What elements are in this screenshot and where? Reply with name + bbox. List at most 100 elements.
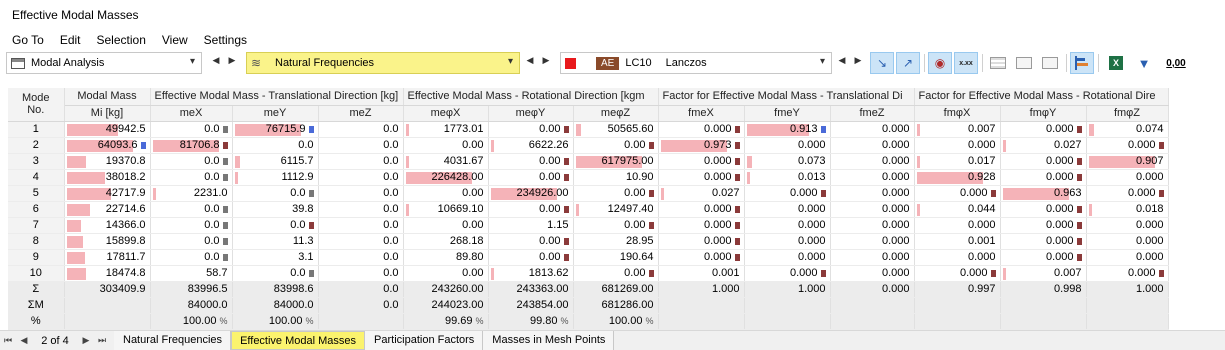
table-cell[interactable]: 0.073 bbox=[744, 153, 831, 170]
table-cell[interactable]: 0.0 bbox=[150, 121, 233, 138]
table-cell[interactable]: 0.000 bbox=[1086, 233, 1169, 250]
table-cell[interactable]: 0.000 bbox=[1000, 233, 1087, 250]
previous-analysis-icon[interactable]: ◀ bbox=[210, 55, 222, 66]
table-cell[interactable]: 0.000 bbox=[830, 137, 915, 154]
table-cell[interactable]: 0.000 bbox=[1000, 249, 1087, 266]
table-row[interactable]: 3 19370.8 0.0 6115.7 0.0 4031.67 0.00 617975.00… bbox=[8, 153, 1169, 170]
table-layout-1-button[interactable] bbox=[986, 52, 1010, 74]
table-cell[interactable]: 17811.7 bbox=[64, 249, 151, 266]
table-cell[interactable]: 0.000 bbox=[658, 121, 745, 138]
table-layout-3-button[interactable] bbox=[1038, 52, 1062, 74]
table-cell[interactable]: 0.000 bbox=[658, 201, 745, 218]
table-cell[interactable]: 0.0 bbox=[232, 217, 319, 234]
table-cell[interactable]: 0.013 bbox=[744, 169, 831, 186]
table-cell[interactable]: 0.001 bbox=[914, 233, 1001, 250]
table-cell[interactable]: 28.95 bbox=[573, 233, 659, 250]
table-cell[interactable]: 0.0 bbox=[318, 153, 404, 170]
next-load-case-icon[interactable]: ▶ bbox=[852, 55, 864, 66]
table-cell[interactable]: 0.007 bbox=[1000, 265, 1087, 282]
view-mode-button[interactable]: ◉ bbox=[928, 52, 952, 74]
table-cell[interactable]: 19370.8 bbox=[64, 153, 151, 170]
table-row[interactable]: 5 42717.9 2231.0 0.0 0.0 0.00 234926.00 0.00 0.0… bbox=[8, 185, 1169, 202]
table-cell[interactable]: 0.000 bbox=[658, 169, 745, 186]
table-cell[interactable]: 49942.5 bbox=[64, 121, 151, 138]
table-cell[interactable]: 0.000 bbox=[1000, 153, 1087, 170]
previous-result-icon[interactable]: ◀ bbox=[524, 55, 536, 66]
table-cell[interactable]: 0.074 bbox=[1086, 121, 1169, 138]
table-cell[interactable]: 4031.67 bbox=[403, 153, 489, 170]
table-cell[interactable]: 64093.6 bbox=[64, 137, 151, 154]
table-cell[interactable]: 50565.60 bbox=[573, 121, 659, 138]
synchronize-selection-button[interactable]: ↗ bbox=[896, 52, 920, 74]
last-page-icon[interactable]: ⏭ bbox=[94, 335, 110, 346]
table-cell[interactable]: 190.64 bbox=[573, 249, 659, 266]
table-cell[interactable]: 0.00 bbox=[488, 233, 574, 250]
table-cell[interactable]: 0.000 bbox=[744, 233, 831, 250]
table-cell[interactable]: 76715.9 bbox=[232, 121, 319, 138]
table-cell[interactable]: 0.000 bbox=[830, 265, 915, 282]
table-cell[interactable]: 0.000 bbox=[1086, 217, 1169, 234]
table-cell[interactable]: 18474.8 bbox=[64, 265, 151, 282]
table-cell[interactable]: 0.0 bbox=[318, 233, 404, 250]
table-row[interactable]: 7 14366.0 0.0 0.0 0.0 0.00 1.15 0.00 0.000 0.000 0… bbox=[8, 217, 1169, 234]
table-cell[interactable]: 0.0 bbox=[318, 265, 404, 282]
table-row[interactable]: 6 22714.6 0.0 39.8 0.0 10669.10 0.00 12497.40 0.… bbox=[8, 201, 1169, 218]
sheet-tab-masses-in-mesh-points[interactable]: Masses in Mesh Points bbox=[483, 331, 615, 350]
table-cell[interactable]: 0.00 bbox=[573, 217, 659, 234]
table-cell[interactable]: 0.0 bbox=[232, 137, 319, 154]
table-cell[interactable]: 0.973 bbox=[658, 137, 745, 154]
table-cell[interactable]: 0.00 bbox=[403, 265, 489, 282]
table-cell[interactable]: 0.000 bbox=[1086, 265, 1169, 282]
table-cell[interactable]: 15899.8 bbox=[64, 233, 151, 250]
table-cell[interactable]: 0.000 bbox=[1086, 185, 1169, 202]
table-cell[interactable]: 89.80 bbox=[403, 249, 489, 266]
next-page-icon[interactable]: ▶ bbox=[78, 335, 94, 346]
table-cell[interactable]: 0.000 bbox=[1000, 217, 1087, 234]
table-cell[interactable]: 0.017 bbox=[914, 153, 1001, 170]
table-cell[interactable]: 3.1 bbox=[232, 249, 319, 266]
table-cell[interactable]: 0.0 bbox=[318, 185, 404, 202]
table-cell[interactable]: 226428.00 bbox=[403, 169, 489, 186]
load-case-select[interactable]: AE LC10 Lanczos ▾ bbox=[560, 52, 832, 74]
next-result-icon[interactable]: ▶ bbox=[540, 55, 552, 66]
menu-go-to[interactable]: Go To bbox=[12, 30, 44, 50]
table-cell[interactable]: 0.00 bbox=[488, 153, 574, 170]
table-cell[interactable]: 0.928 bbox=[914, 169, 1001, 186]
table-cell[interactable]: 6622.26 bbox=[488, 137, 574, 154]
menu-settings[interactable]: Settings bbox=[204, 30, 247, 50]
menu-view[interactable]: View bbox=[162, 30, 188, 50]
select-in-model-button[interactable]: ↘ bbox=[870, 52, 894, 74]
table-cell[interactable]: 0.00 bbox=[573, 137, 659, 154]
table-cell[interactable]: 22714.6 bbox=[64, 201, 151, 218]
table-cell[interactable]: 1773.01 bbox=[403, 121, 489, 138]
table-cell[interactable]: 0.007 bbox=[914, 121, 1001, 138]
table-cell[interactable]: 0.000 bbox=[744, 217, 831, 234]
table-row[interactable]: 1 49942.5 0.0 76715.9 0.0 1773.01 0.00 50565.60… bbox=[8, 121, 1169, 138]
table-cell[interactable]: 0.000 bbox=[744, 201, 831, 218]
bar-chart-toggle-button[interactable] bbox=[1070, 52, 1094, 74]
table-cell[interactable]: 617975.00 bbox=[573, 153, 659, 170]
table-cell[interactable]: 0.963 bbox=[1000, 185, 1087, 202]
table-cell[interactable]: 0.0 bbox=[232, 185, 319, 202]
table-cell[interactable]: 1813.62 bbox=[488, 265, 574, 282]
result-table-select[interactable]: ≋ Natural Frequencies ▾ bbox=[246, 52, 520, 74]
table-cell[interactable]: 0.000 bbox=[830, 185, 915, 202]
table-cell[interactable]: 0.000 bbox=[1000, 169, 1087, 186]
table-cell[interactable]: 0.00 bbox=[488, 169, 574, 186]
sheet-tab-natural-frequencies[interactable]: Natural Frequencies bbox=[114, 331, 232, 350]
table-cell[interactable]: 0.000 bbox=[744, 265, 831, 282]
table-cell[interactable]: 0.0 bbox=[150, 201, 233, 218]
table-cell[interactable]: 0.00 bbox=[573, 265, 659, 282]
previous-page-icon[interactable]: ◀ bbox=[16, 335, 32, 346]
table-cell[interactable]: 0.000 bbox=[1086, 249, 1169, 266]
table-cell[interactable]: 0.00 bbox=[488, 249, 574, 266]
table-row[interactable]: 2 64093.6 81706.8 0.0 0.0 0.00 6622.26 0.00 0.97… bbox=[8, 137, 1169, 154]
table-cell[interactable]: 11.3 bbox=[232, 233, 319, 250]
table-cell[interactable]: 0.027 bbox=[658, 185, 745, 202]
table-cell[interactable]: 0.000 bbox=[658, 233, 745, 250]
table-cell[interactable]: 0.0 bbox=[318, 249, 404, 266]
table-cell[interactable]: 14366.0 bbox=[64, 217, 151, 234]
table-cell[interactable]: 0.000 bbox=[914, 217, 1001, 234]
table-cell[interactable]: 0.0 bbox=[318, 169, 404, 186]
table-cell[interactable]: 0.000 bbox=[830, 121, 915, 138]
